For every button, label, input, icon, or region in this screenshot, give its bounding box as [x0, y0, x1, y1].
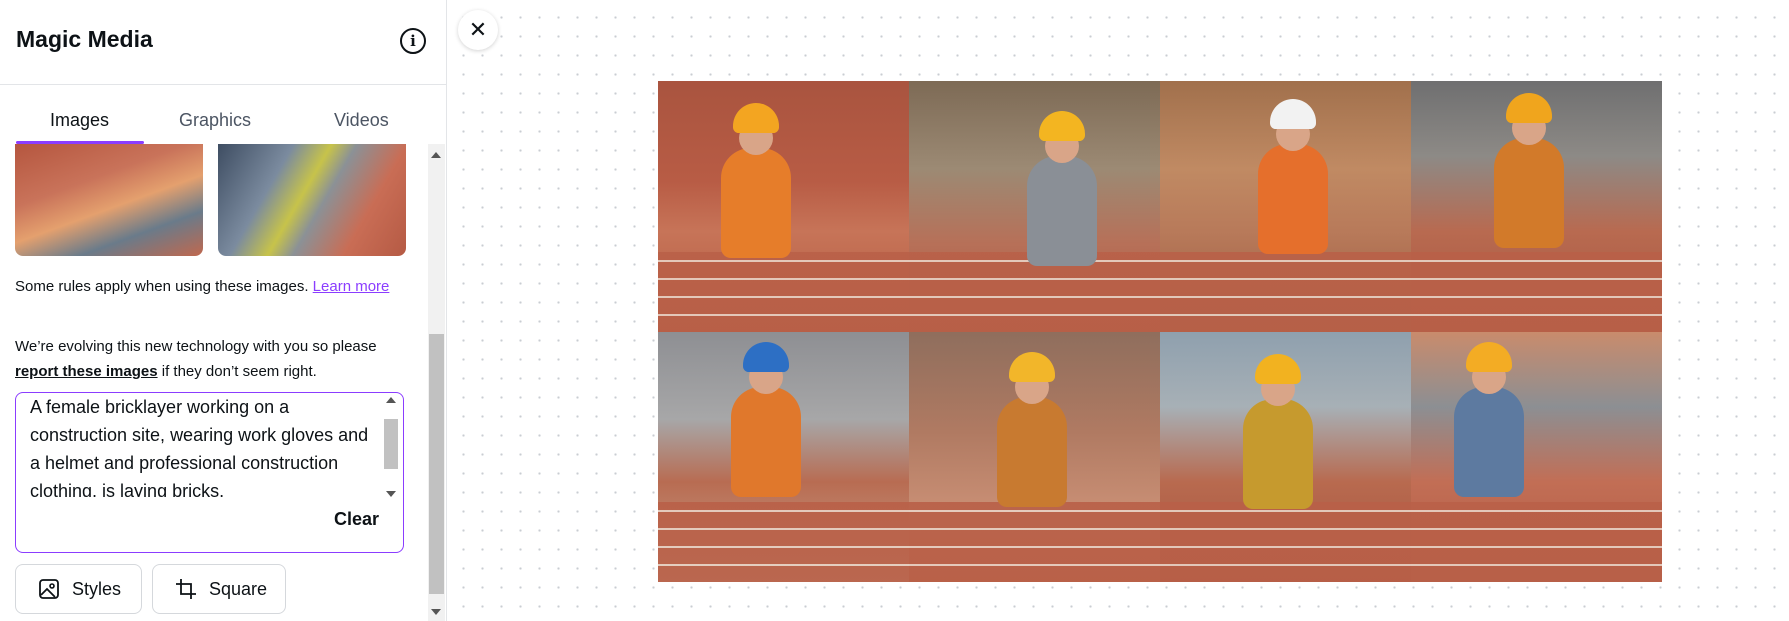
- worker-figure: [1494, 138, 1564, 248]
- panel-scroll-thumb[interactable]: [429, 334, 444, 594]
- styles-button[interactable]: Styles: [15, 564, 142, 614]
- prompt-input[interactable]: A female bricklayer working on a constru…: [15, 392, 404, 553]
- worker-figure: [1243, 398, 1313, 509]
- report-images-link[interactable]: report these images: [15, 363, 158, 380]
- bricks-decoration: [909, 502, 1160, 582]
- magic-media-panel: Magic Media i Images Graphics Videos Som…: [0, 0, 447, 621]
- prompt-text[interactable]: A female bricklayer working on a constru…: [30, 393, 370, 497]
- result-image-4[interactable]: [1411, 81, 1662, 332]
- worker-figure: [1027, 156, 1097, 266]
- tab-graphics[interactable]: Graphics: [179, 110, 251, 131]
- result-image-5[interactable]: [658, 331, 909, 582]
- rules-notice: Some rules apply when using these images…: [15, 274, 410, 299]
- prompt-scroll-thumb[interactable]: [384, 419, 398, 469]
- crop-icon: [176, 579, 196, 599]
- panel-scrollbar[interactable]: [428, 144, 445, 621]
- helmet-shape: [1466, 341, 1512, 372]
- result-image-1[interactable]: [658, 81, 909, 332]
- tab-images[interactable]: Images: [50, 110, 109, 131]
- panel-content: Some rules apply when using these images…: [0, 144, 426, 621]
- result-image-8[interactable]: [1411, 331, 1662, 582]
- rules-text: Some rules apply when using these images…: [15, 278, 309, 295]
- result-image-2[interactable]: [909, 81, 1160, 332]
- bricks-decoration: [658, 251, 909, 332]
- learn-more-link[interactable]: Learn more: [313, 278, 390, 295]
- worker-figure: [997, 396, 1067, 507]
- aspect-ratio-button[interactable]: Square: [152, 564, 286, 614]
- helmet-shape: [1009, 351, 1055, 382]
- info-icon[interactable]: i: [400, 28, 426, 54]
- scroll-down-icon[interactable]: [386, 491, 396, 497]
- bricks-decoration: [1160, 502, 1411, 582]
- evolve-text-suffix: if they don’t seem right.: [161, 363, 317, 380]
- previous-result-thumbnail-2[interactable]: [218, 144, 406, 256]
- evolve-text-prefix: We’re evolving this new technology with …: [15, 338, 377, 355]
- worker-figure: [731, 386, 801, 497]
- helmet-shape: [1270, 99, 1316, 129]
- bricks-decoration: [1411, 251, 1662, 332]
- square-label: Square: [209, 578, 268, 599]
- generated-images-grid: [658, 81, 1662, 582]
- worker-figure: [1454, 386, 1524, 497]
- clear-button[interactable]: Clear: [334, 509, 379, 530]
- helmet-shape: [743, 341, 789, 372]
- helmet-shape: [1039, 111, 1085, 141]
- scroll-up-icon[interactable]: [431, 152, 441, 158]
- previous-result-thumbnail-1[interactable]: [15, 144, 203, 256]
- close-icon[interactable]: ✕: [458, 10, 498, 50]
- panel-title: Magic Media: [16, 26, 153, 52]
- helmet-shape: [1255, 353, 1301, 384]
- tab-videos[interactable]: Videos: [334, 110, 389, 131]
- result-image-6[interactable]: [909, 331, 1160, 582]
- result-image-7[interactable]: [1160, 331, 1411, 582]
- bricks-decoration: [1160, 251, 1411, 332]
- styles-label: Styles: [72, 578, 122, 599]
- helmet-shape: [1506, 93, 1552, 123]
- prompt-scrollbar[interactable]: [383, 397, 399, 497]
- helmet-shape: [733, 103, 779, 133]
- image-icon: [39, 579, 59, 599]
- scroll-up-icon[interactable]: [386, 397, 396, 403]
- worker-figure: [1258, 144, 1328, 254]
- bricks-decoration: [658, 502, 909, 582]
- worker-figure: [721, 148, 791, 258]
- result-image-3[interactable]: [1160, 81, 1411, 332]
- scroll-down-icon[interactable]: [431, 609, 441, 615]
- bricks-decoration: [1411, 502, 1662, 582]
- evolve-notice: We’re evolving this new technology with …: [15, 334, 410, 384]
- panel-header: Magic Media i: [0, 0, 446, 85]
- tab-bar: Images Graphics Videos: [0, 84, 446, 144]
